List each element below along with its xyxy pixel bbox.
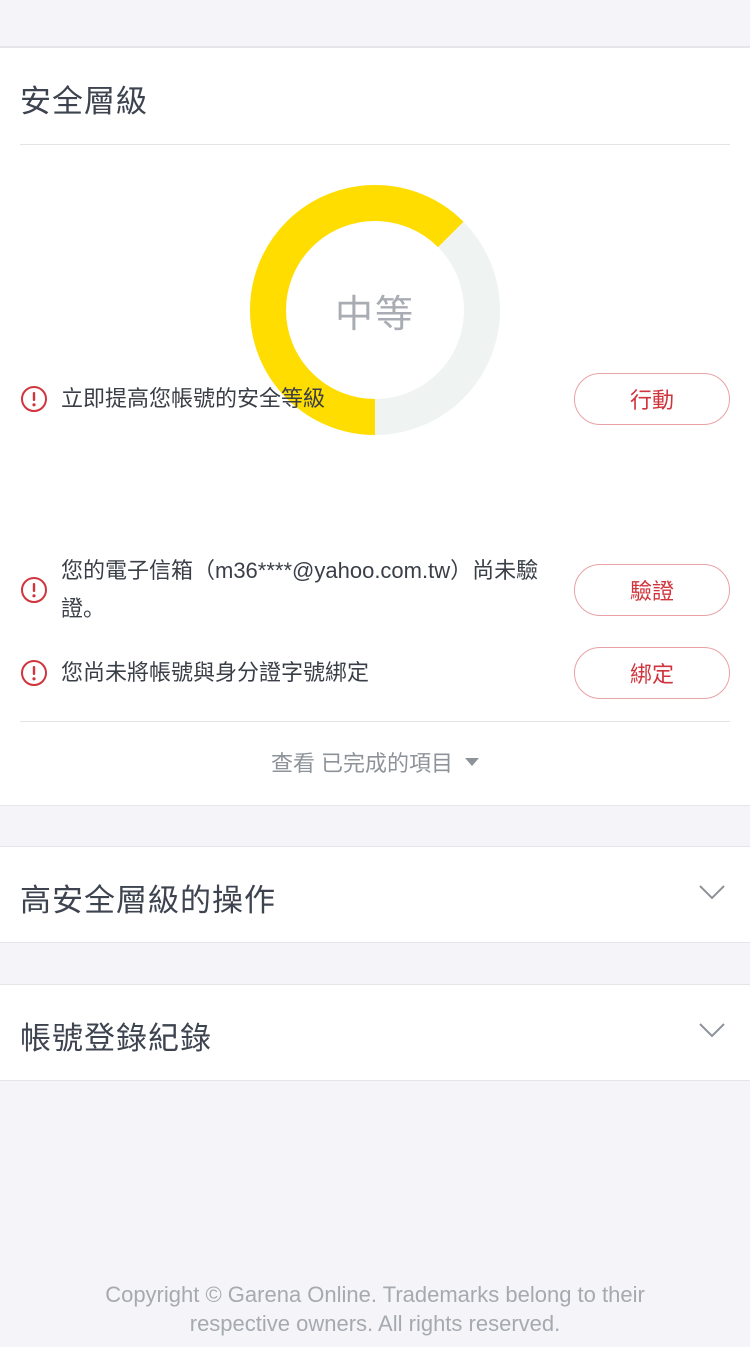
action-button[interactable]: 行動	[574, 373, 730, 425]
security-item-text: 立即提高您帳號的安全等級	[61, 386, 326, 411]
high-security-operations-section[interactable]: 高安全層級的操作	[0, 846, 750, 943]
section-title: 帳號登錄紀錄	[20, 1021, 212, 1056]
security-level-card: 安全層級 中等 立即提高您帳號的安全等級 行動 您的電子信箱（m36****@y…	[0, 47, 750, 806]
chevron-down-icon[interactable]	[698, 1021, 726, 1039]
caret-down-icon	[465, 758, 480, 766]
bind-button[interactable]: 綁定	[574, 647, 730, 699]
top-spacer	[0, 0, 750, 47]
divider	[20, 144, 730, 145]
warning-circle-icon	[21, 386, 47, 412]
view-completed-toggle[interactable]: 查看 已完成的項目	[0, 744, 750, 780]
security-item-text: 您尚未將帳號與身分證字號綁定	[61, 660, 370, 685]
divider	[20, 721, 730, 722]
warning-circle-icon	[21, 577, 47, 603]
verify-button[interactable]: 驗證	[574, 564, 730, 616]
copyright-line: Copyright © Garena Online. Trademarks be…	[105, 1282, 645, 1307]
view-completed-label: 查看 已完成的項目	[270, 751, 454, 776]
footer-copyright: Copyright © Garena Online. Trademarks be…	[0, 1280, 750, 1338]
security-item-action: 立即提高您帳號的安全等級 行動	[20, 371, 730, 427]
warning-circle-icon	[21, 660, 47, 686]
security-item-verify-email: 您的電子信箱（m36****@yahoo.com.tw）尚未驗證。 驗證	[20, 550, 730, 630]
section-title: 高安全層級的操作	[20, 883, 276, 918]
login-history-section[interactable]: 帳號登錄紀錄	[0, 984, 750, 1081]
security-item-bind-id: 您尚未將帳號與身分證字號綁定 綁定	[20, 645, 730, 701]
security-level-title: 安全層級	[20, 84, 148, 119]
security-item-text: 您的電子信箱（m36****@yahoo.com.tw）尚未驗證。	[61, 558, 539, 621]
copyright-line: respective owners. All rights reserved.	[189, 1311, 561, 1336]
chevron-down-icon[interactable]	[698, 883, 726, 901]
